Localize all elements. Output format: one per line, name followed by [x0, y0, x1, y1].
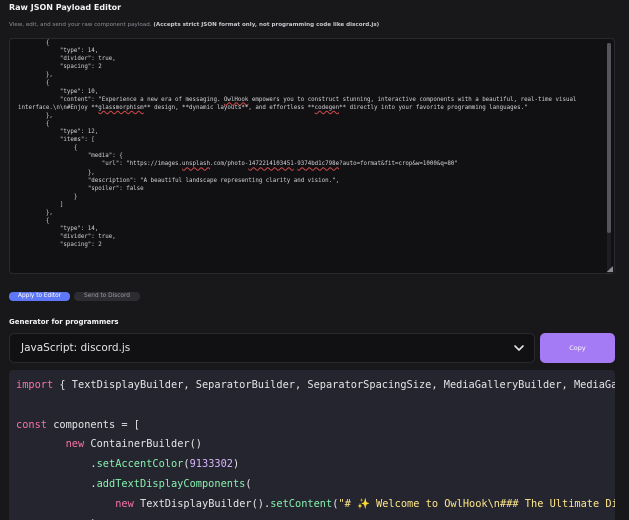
apply-to-editor-button[interactable]: Apply to Editor	[9, 292, 71, 301]
generator-label: Generator for programmers	[9, 318, 119, 326]
code-line: const components = [	[16, 418, 140, 431]
json-line: "divider": true,	[18, 56, 116, 63]
language-select[interactable]: JavaScript: discord.js	[9, 333, 535, 363]
resize-handle-icon[interactable]	[607, 266, 613, 272]
subtitle-note: (Accepts strict JSON format only, not pr…	[153, 22, 380, 28]
json-line: {	[18, 145, 78, 152]
json-line: "description": "A beautiful landscape re…	[18, 177, 340, 184]
json-line: },	[18, 169, 95, 176]
json-line: }	[18, 193, 78, 200]
json-line: "spacing": 2	[18, 242, 102, 249]
json-line: ]	[18, 201, 64, 208]
json-line: },	[18, 72, 53, 79]
subtitle-text: View, edit, and send your raw component …	[9, 22, 154, 28]
json-line: "items": [	[18, 137, 95, 144]
code-text: import { TextDisplayBuilder, SeparatorBu…	[9, 370, 615, 520]
json-line: "type": 12,	[18, 129, 99, 136]
json-line: "media": {	[18, 153, 123, 160]
json-line: "spacing": 2	[18, 64, 102, 71]
json-line: },	[18, 209, 53, 216]
json-text[interactable]: { "type": 14, "divider": true, "spacing"…	[10, 39, 614, 249]
editor-actions: Apply to Editor Send to Discord	[9, 292, 140, 301]
code-line: .setAccentColor(9133302)	[16, 458, 240, 471]
json-line: "url": "https://images.unsplash.com/phot…	[18, 161, 458, 168]
json-editor[interactable]: { "type": 14, "divider": true, "spacing"…	[9, 38, 615, 274]
code-output: import { TextDisplayBuilder, SeparatorBu…	[9, 370, 615, 520]
editor-scrollbar-thumb[interactable]	[607, 43, 611, 233]
editor-subtitle: View, edit, and send your raw component …	[9, 22, 379, 28]
copy-button[interactable]: Copy	[540, 333, 615, 363]
chevron-down-icon	[514, 345, 524, 351]
json-line: "type": 14,	[18, 226, 99, 233]
code-line: .addTextDisplayComponents(	[16, 477, 252, 490]
code-line: new ContainerBuilder()	[65, 438, 203, 451]
editor-title: Raw JSON Payload Editor	[9, 3, 122, 12]
json-line: "spoiler": false	[18, 185, 144, 192]
send-to-discord-button[interactable]: Send to Discord	[74, 292, 140, 301]
json-line: "type": 14,	[18, 48, 99, 55]
json-line: "content": "Experience a new era of mess…	[18, 96, 580, 111]
json-line: {	[18, 80, 50, 87]
json-line: "type": 10,	[18, 88, 99, 95]
json-line: {	[18, 218, 50, 225]
json-line: {	[18, 120, 50, 127]
json-line: },	[18, 112, 53, 119]
json-line: "divider": true,	[18, 234, 116, 241]
json-line: {	[18, 40, 50, 46]
code-line: import { TextDisplayBuilder, SeparatorBu…	[16, 379, 615, 391]
code-line: new TextDisplayBuilder().setContent("# ✨…	[115, 497, 615, 510]
language-select-value: JavaScript: discord.js	[21, 342, 131, 354]
